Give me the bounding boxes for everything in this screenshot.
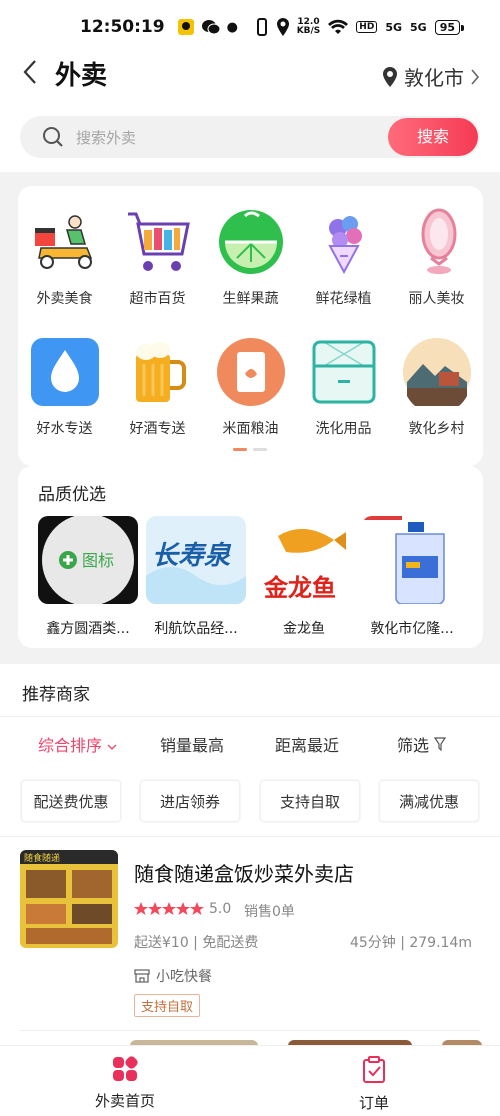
category-household[interactable]: 洗化用品 bbox=[297, 338, 390, 438]
chevron-down-icon bbox=[107, 744, 117, 750]
category-supermarket[interactable]: 超市百货 bbox=[111, 208, 204, 308]
search-input[interactable]: 搜索外卖 bbox=[76, 127, 388, 148]
washing-icon bbox=[312, 340, 375, 404]
beer-icon bbox=[135, 342, 186, 402]
quality-item[interactable]: 敦化市亿隆... bbox=[362, 516, 462, 638]
section-title: 品质优选 bbox=[38, 485, 106, 505]
filter-chip[interactable]: 支持自取 bbox=[260, 780, 360, 822]
filter-icon bbox=[433, 737, 447, 752]
location-pin-icon bbox=[383, 66, 397, 87]
lime-icon bbox=[218, 210, 283, 274]
category-alcohol[interactable]: 好酒专送 bbox=[111, 338, 204, 438]
delivery-fee: 起送¥10 | 免配送费 bbox=[134, 935, 259, 951]
category-beauty[interactable]: 丽人美妆 bbox=[390, 208, 483, 308]
app-notification-icon bbox=[177, 19, 194, 35]
category-fresh-produce[interactable]: 生鲜果蔬 bbox=[204, 208, 297, 308]
sort-sales[interactable]: 销量最高 bbox=[160, 732, 224, 756]
tab-home[interactable]: 外卖首页 bbox=[65, 1056, 185, 1111]
filter-chip[interactable]: 满减优惠 bbox=[379, 780, 479, 822]
brand-logo-image: 长寿泉 bbox=[146, 516, 246, 604]
quality-section: 品质优选 图标 鑫方圆酒类... 长寿泉 利航饮品经... 金龙鱼 金龙鱼 敦化… bbox=[18, 466, 483, 648]
svg-text:长寿泉: 长寿泉 bbox=[152, 541, 232, 571]
signal-icon: 5G bbox=[385, 20, 402, 34]
more-dot-icon: ● bbox=[226, 19, 238, 35]
divider bbox=[0, 716, 500, 717]
search-bar: 搜索外卖 搜索 bbox=[20, 116, 480, 158]
rating-stars bbox=[134, 902, 204, 920]
rating-score: 5.0 bbox=[209, 901, 232, 917]
section-title: 推荐商家 bbox=[22, 685, 90, 705]
clock: 12:50:19 bbox=[80, 17, 165, 37]
status-bar: 12:50:19 ● 12.0 KB/S HD 5G 5G 95 bbox=[0, 0, 500, 54]
search-icon bbox=[43, 127, 63, 147]
header: 外卖 敦化市 bbox=[0, 54, 500, 98]
category-food-delivery[interactable]: 外卖美食 bbox=[18, 208, 111, 308]
grid-home-icon bbox=[113, 1056, 138, 1081]
filter-chip[interactable]: 进店领券 bbox=[140, 780, 240, 822]
filter-chip[interactable]: 配送费优惠 bbox=[21, 780, 121, 822]
shop-card[interactable]: 随食随递 随食随递盒饭炒菜外卖店 5.0 销售0单 起送¥10 | 免配送费 4… bbox=[0, 836, 500, 1026]
shop-thumbnail: 随食随递 bbox=[20, 850, 118, 948]
location-icon bbox=[276, 18, 289, 36]
category-flowers[interactable]: 鲜花绿植 bbox=[297, 208, 390, 308]
search-button[interactable]: 搜索 bbox=[388, 118, 478, 156]
page-title: 外卖 bbox=[55, 61, 108, 91]
quality-item[interactable]: 金龙鱼 金龙鱼 bbox=[254, 516, 354, 638]
svg-text:图标: 图标 bbox=[82, 551, 114, 570]
product-image bbox=[362, 516, 462, 604]
wifi-icon bbox=[328, 19, 349, 34]
back-button[interactable] bbox=[16, 58, 44, 94]
category-grid: 外卖美食 超市百货 生鲜果蔬 鲜花绿植 丽人美妆 好水专送 好酒专送 米面粮油 … bbox=[18, 186, 483, 466]
delivery-scooter-icon bbox=[34, 215, 92, 269]
chevron-left-icon bbox=[23, 60, 36, 84]
sales-count: 销售0单 bbox=[244, 904, 295, 920]
pickup-badge: 支持自取 bbox=[134, 994, 201, 1017]
category-village[interactable]: 敦化乡村 bbox=[390, 338, 483, 438]
svg-text:金龙鱼: 金龙鱼 bbox=[263, 574, 336, 602]
chevron-right-icon bbox=[471, 68, 480, 85]
mirror-icon bbox=[421, 208, 456, 274]
rice-bag-icon bbox=[216, 338, 285, 406]
signal-icon: 5G bbox=[410, 20, 427, 34]
city-selector[interactable]: 敦化市 bbox=[382, 62, 480, 91]
flower-bouquet-icon bbox=[327, 216, 362, 275]
page-indicator bbox=[233, 448, 267, 451]
tab-orders[interactable]: 订单 bbox=[314, 1056, 434, 1113]
svg-text:随食随递: 随食随递 bbox=[24, 852, 60, 864]
city-name: 敦化市 bbox=[404, 66, 464, 90]
divider bbox=[20, 1030, 480, 1031]
bottom-tab-bar: 外卖首页 订单 bbox=[0, 1045, 500, 1116]
sort-distance[interactable]: 距离最近 bbox=[275, 732, 339, 756]
village-icon bbox=[402, 338, 471, 406]
delivery-distance: 45分钟 | 279.14m bbox=[349, 935, 472, 951]
category-water[interactable]: 好水专送 bbox=[18, 338, 111, 438]
shopping-cart-icon bbox=[127, 212, 190, 271]
shop-category: 小吃快餐 bbox=[134, 966, 212, 986]
star-icon bbox=[134, 902, 204, 915]
order-clipboard-icon bbox=[363, 1056, 385, 1083]
brand-logo-image: 金龙鱼 bbox=[254, 516, 354, 604]
water-drop-icon bbox=[30, 338, 99, 406]
placeholder-image: 图标 bbox=[38, 516, 138, 604]
vibrate-icon bbox=[256, 18, 267, 36]
category-grain-oil[interactable]: 米面粮油 bbox=[204, 338, 297, 438]
sort-comprehensive[interactable]: 综合排序 bbox=[38, 732, 117, 756]
store-icon bbox=[134, 969, 150, 983]
quality-item[interactable]: 图标 鑫方圆酒类... bbox=[38, 516, 138, 638]
filter-button[interactable]: 筛选 bbox=[397, 732, 447, 756]
wechat-icon bbox=[201, 20, 221, 35]
content-area: 外卖美食 超市百货 生鲜果蔬 鲜花绿植 丽人美妆 好水专送 好酒专送 米面粮油 … bbox=[0, 172, 500, 664]
shop-name: 随食随递盒饭炒菜外卖店 bbox=[134, 862, 354, 886]
battery-icon: 95 bbox=[434, 19, 465, 35]
quality-item[interactable]: 长寿泉 利航饮品经... bbox=[146, 516, 246, 638]
